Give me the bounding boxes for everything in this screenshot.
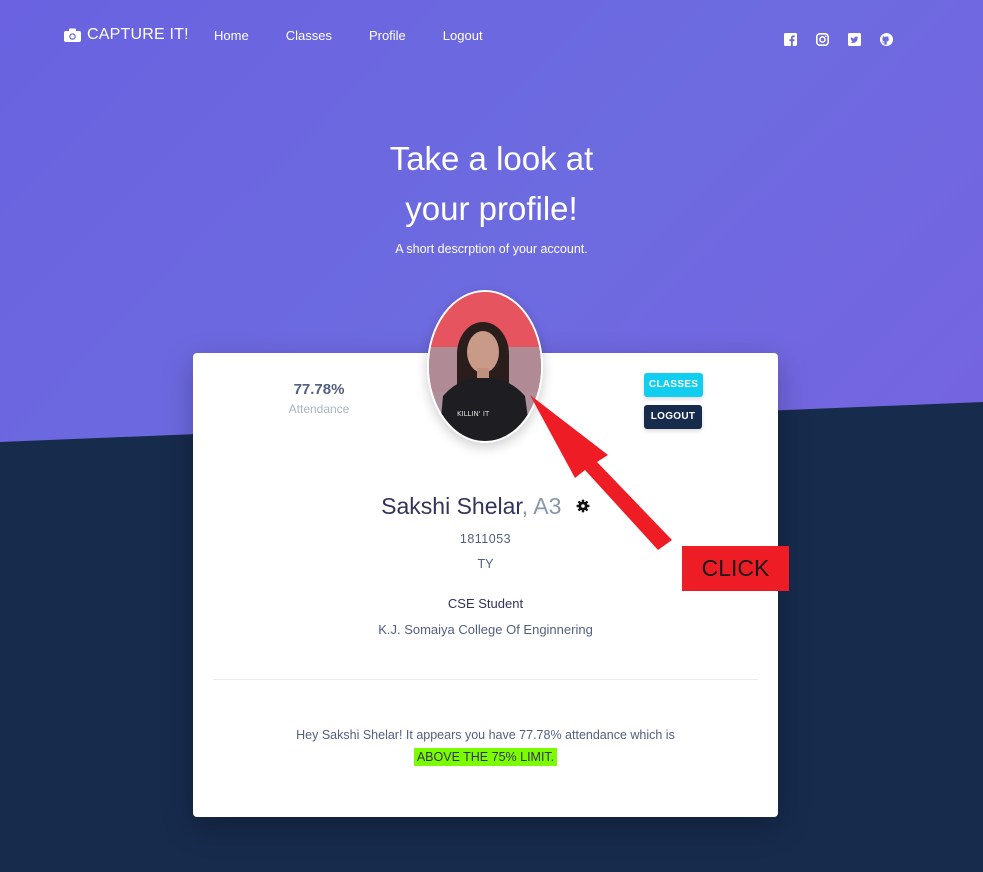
click-annotation-label: CLICK: [682, 546, 789, 591]
annotation-arrow: [530, 395, 672, 550]
